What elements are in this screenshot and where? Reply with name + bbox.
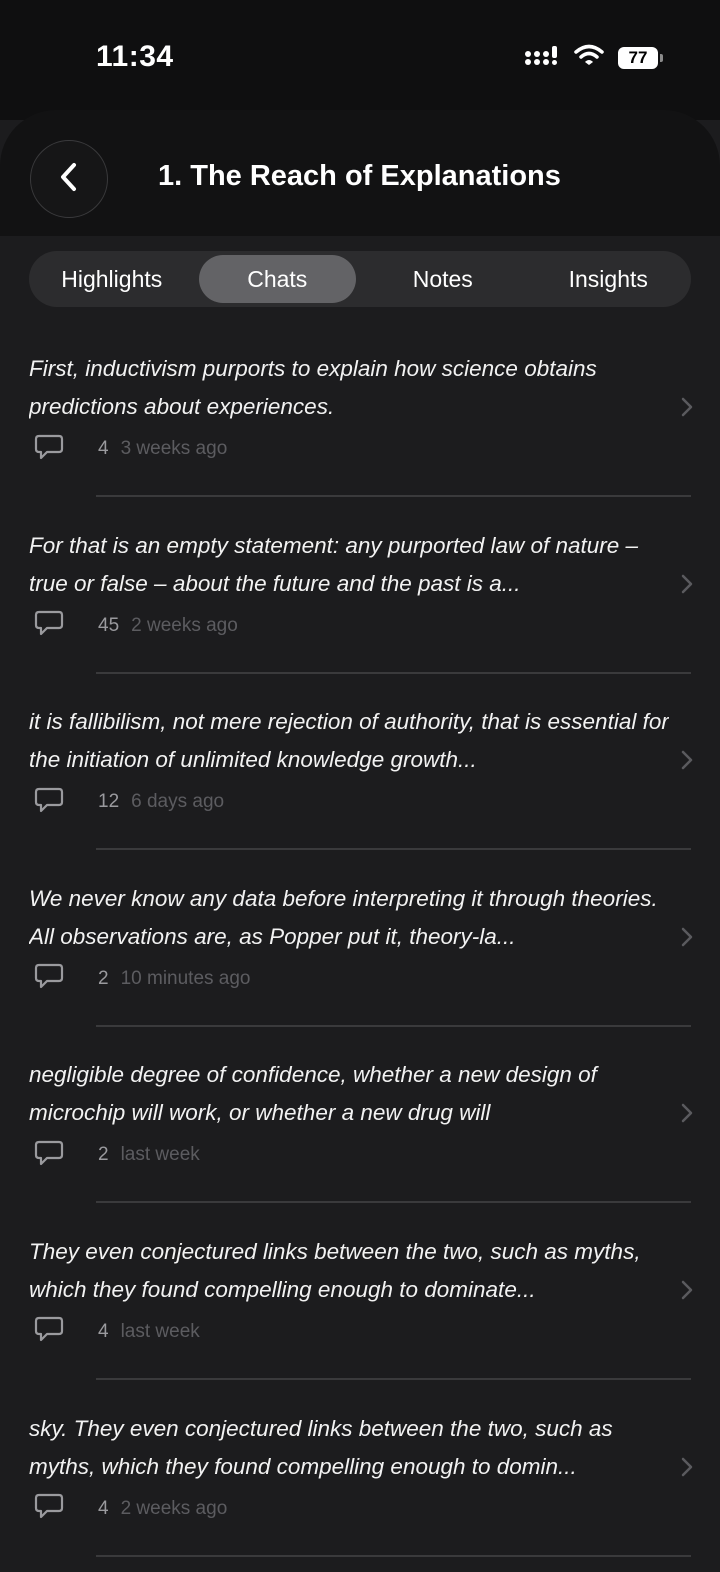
chat-count: 12 <box>98 791 120 813</box>
comment-icon <box>34 609 64 642</box>
tab-notes[interactable]: Notes <box>364 255 522 303</box>
chat-quote: We never know any data before interpreti… <box>29 885 658 949</box>
header: 1. The Reach of Explanations <box>0 110 720 236</box>
chat-quote: They even conjectured links between the … <box>29 1238 641 1302</box>
chat-meta: 4 last week <box>34 1317 200 1347</box>
divider <box>96 671 691 674</box>
divider <box>96 1554 691 1557</box>
back-button[interactable] <box>30 140 108 218</box>
divider <box>96 848 691 851</box>
chevron-right-icon <box>680 1279 694 1306</box>
chat-count: 4 <box>98 1497 109 1519</box>
comment-icon <box>34 1139 64 1172</box>
tab-bar: Highlights Chats Notes Insights <box>29 251 691 307</box>
chat-item[interactable]: We never know any data before interpreti… <box>0 866 720 1043</box>
chat-count: 2 <box>98 1144 109 1166</box>
chat-item[interactable]: it is fallibilism, not mere rejection of… <box>0 689 720 866</box>
chat-item[interactable]: sky. They even conjectured links between… <box>0 1396 720 1572</box>
chat-time: 10 minutes ago <box>120 967 251 989</box>
chat-time: 2 weeks ago <box>120 1497 228 1519</box>
divider <box>96 1377 691 1380</box>
chat-meta: 2 last week <box>34 1140 200 1170</box>
comment-icon <box>34 962 64 995</box>
chat-item[interactable]: They even conjectured links between the … <box>0 1219 720 1396</box>
chevron-right-icon <box>680 1102 694 1129</box>
chat-quote: it is fallibilism, not mere rejection of… <box>29 709 669 773</box>
chat-count: 4 <box>98 1320 109 1342</box>
chat-meta: 12 6 days ago <box>34 787 224 817</box>
chat-meta: 4 3 weeks ago <box>34 434 227 464</box>
divider <box>96 1201 691 1204</box>
status-time: 11:34 <box>96 40 174 73</box>
chevron-right-icon <box>680 396 694 423</box>
chevron-right-icon <box>680 749 694 776</box>
tab-highlights[interactable]: Highlights <box>33 255 191 303</box>
chat-item[interactable]: For that is an empty statement: any purp… <box>0 513 720 690</box>
status-bar: 11:34 77 <box>0 0 720 120</box>
chat-quote: First, inductivism purports to explain h… <box>29 356 597 419</box>
divider <box>96 1024 691 1027</box>
chat-item[interactable]: First, inductivism purports to explain h… <box>0 336 720 513</box>
chat-quote: For that is an empty statement: any purp… <box>29 532 639 596</box>
tab-insights[interactable]: Insights <box>530 255 688 303</box>
comment-icon <box>34 786 64 819</box>
chat-list: First, inductivism purports to explain h… <box>0 336 720 1572</box>
chat-count: 4 <box>98 438 109 459</box>
wifi-icon <box>574 44 604 71</box>
chevron-right-icon <box>680 926 694 953</box>
chevron-right-icon <box>680 573 694 600</box>
status-icons: 77 <box>524 44 663 71</box>
chevron-right-icon <box>680 1456 694 1483</box>
comment-icon <box>34 1492 64 1525</box>
comment-icon <box>34 1315 64 1348</box>
chat-quote: negligible degree of confidence, whether… <box>29 1062 597 1126</box>
chat-time: last week <box>120 1320 200 1342</box>
comment-icon <box>34 433 64 466</box>
divider <box>96 495 691 497</box>
chat-time: last week <box>120 1144 200 1166</box>
chat-quote: sky. They even conjectured links between… <box>29 1415 613 1479</box>
chevron-left-icon <box>57 161 81 198</box>
page-title: 1. The Reach of Explanations <box>158 160 561 192</box>
chat-time: 2 weeks ago <box>131 614 238 636</box>
chat-meta: 4 2 weeks ago <box>34 1492 228 1525</box>
chat-count: 2 <box>98 967 109 989</box>
chat-time: 3 weeks ago <box>120 438 228 459</box>
chat-meta: 45 2 weeks ago <box>34 609 238 642</box>
chat-meta: 2 10 minutes ago <box>34 964 251 994</box>
signal-icon <box>524 44 560 71</box>
chat-count: 45 <box>98 614 120 636</box>
tab-chats[interactable]: Chats <box>198 255 356 303</box>
chat-time: 6 days ago <box>131 791 225 813</box>
battery-icon: 77 <box>618 46 663 69</box>
chat-item[interactable]: negligible degree of confidence, whether… <box>0 1042 720 1219</box>
